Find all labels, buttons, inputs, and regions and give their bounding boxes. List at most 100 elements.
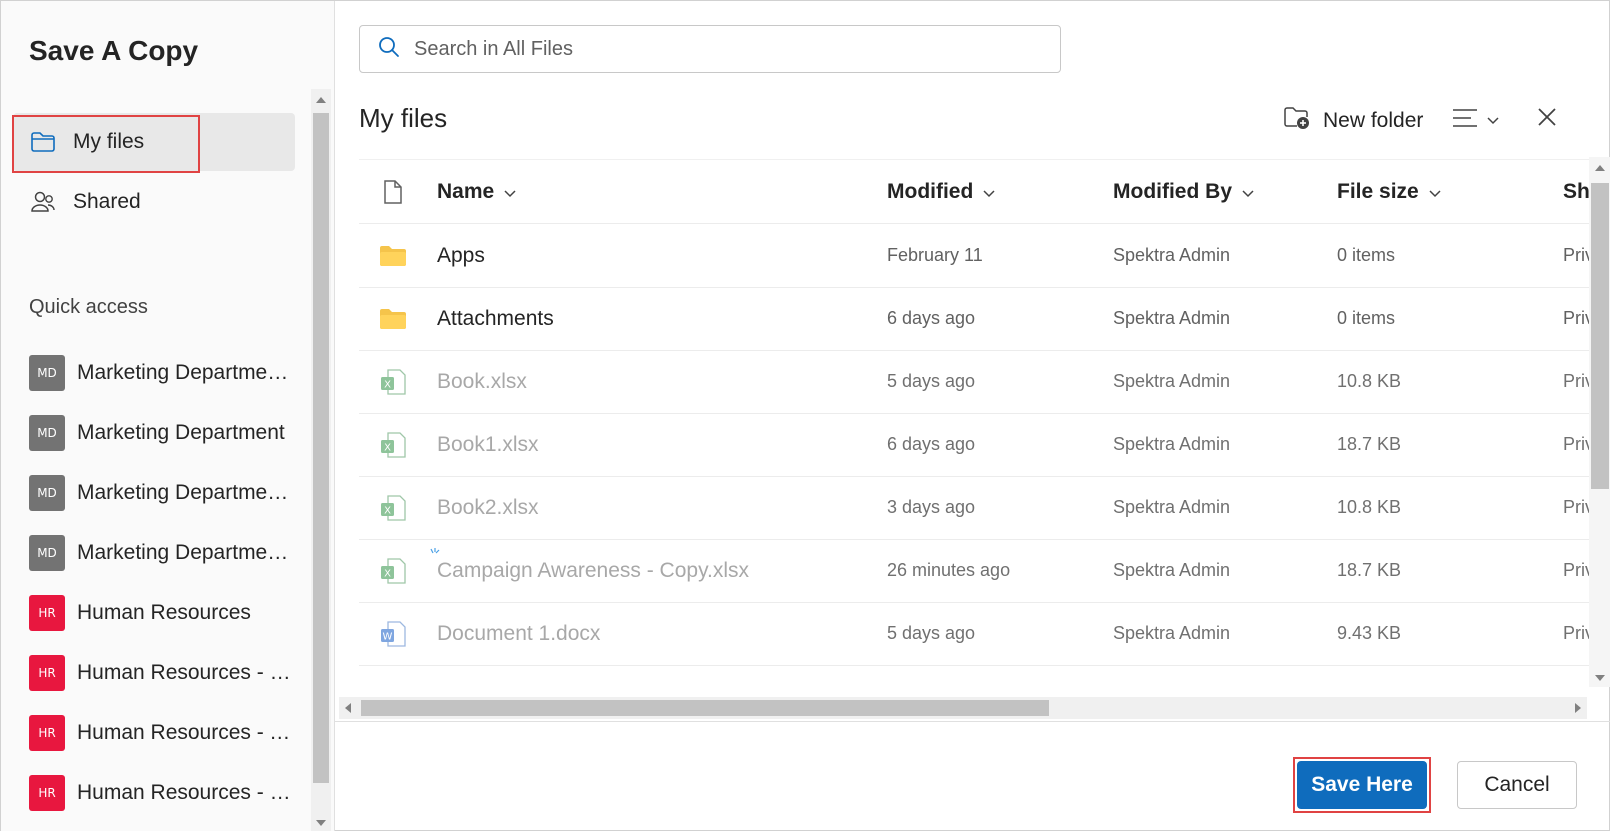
search-box[interactable] — [359, 25, 1061, 73]
chevron-down-icon — [1242, 180, 1254, 204]
quick-access-item[interactable]: MD Marketing Department - Social — [29, 533, 291, 573]
excel-icon: X — [375, 431, 411, 459]
left-pane-scrollbar[interactable] — [311, 89, 331, 831]
search-input[interactable] — [414, 37, 1014, 61]
quick-access-item[interactable]: HR Human Resources - Staffing — [29, 773, 291, 813]
quick-access-label: Marketing Department — [77, 421, 285, 444]
file-modified-by: Spektra Admin — [1113, 308, 1231, 328]
quick-access-label: Marketing Department - Social — [77, 541, 291, 564]
excel-icon: X — [375, 557, 411, 585]
table-row: X Book2.xlsx 3 days ago Spektra Admin 10… — [359, 476, 1610, 540]
file-list-vertical-scrollbar[interactable] — [1589, 157, 1610, 687]
file-size: 18.7 KB — [1337, 560, 1402, 580]
chevron-down-icon — [983, 180, 995, 204]
scroll-down-icon[interactable] — [316, 820, 326, 826]
people-icon — [29, 188, 57, 216]
file-modified-by: Spektra Admin — [1113, 623, 1231, 643]
file-type-icon — [375, 179, 411, 205]
file-modified-by: Spektra Admin — [1113, 434, 1231, 454]
file-modified-by: Spektra Admin — [1113, 560, 1231, 580]
scroll-up-icon[interactable] — [316, 97, 326, 103]
file-size: 18.7 KB — [1337, 434, 1402, 454]
list-view-icon — [1451, 107, 1479, 134]
quick-access-item[interactable]: MD Marketing Department - Campaigns — [29, 353, 291, 393]
my-files-highlight — [12, 115, 200, 173]
scrollbar-thumb[interactable] — [361, 700, 1049, 716]
table-row[interactable]: Attachments 6 days ago Spektra Admin 0 i… — [359, 287, 1610, 351]
file-name[interactable]: Attachments — [437, 307, 554, 331]
svg-text:X: X — [384, 568, 391, 579]
file-size: 9.43 KB — [1337, 623, 1402, 643]
column-header-label: Modified — [887, 179, 974, 203]
quick-access-label: Human Resources - Staffing — [77, 781, 291, 804]
column-header-modified[interactable]: Modified — [887, 180, 995, 204]
svg-text:W: W — [383, 631, 393, 642]
close-icon — [1535, 108, 1559, 133]
file-modified: 3 days ago — [887, 497, 976, 517]
folder-icon — [375, 308, 411, 330]
site-avatar: HR — [29, 775, 65, 811]
file-list: Name Modified Modified By File size Shar… — [359, 159, 1610, 699]
view-options-button[interactable] — [1451, 107, 1499, 134]
search-icon — [378, 36, 400, 63]
table-row: X Book1.xlsx 6 days ago Spektra Admin 18… — [359, 413, 1610, 477]
dialog-title: Save A Copy — [29, 35, 199, 66]
word-icon: W — [375, 620, 411, 648]
site-avatar: HR — [29, 655, 65, 691]
file-name: Book1.xlsx — [437, 432, 539, 456]
svg-text:X: X — [384, 505, 391, 516]
column-header-file-size[interactable]: File size — [1337, 180, 1441, 204]
scrollbar-thumb[interactable] — [1591, 183, 1609, 489]
file-modified: 5 days ago — [887, 623, 976, 643]
file-name[interactable]: Apps — [437, 244, 485, 268]
table-row[interactable]: Apps February 11 Spektra Admin 0 items P… — [359, 224, 1610, 288]
quick-access-heading: Quick access — [29, 296, 148, 318]
scroll-down-icon[interactable] — [1595, 675, 1605, 681]
close-button[interactable] — [1535, 105, 1563, 133]
new-folder-button[interactable]: New folder — [1283, 105, 1423, 137]
scrollbar-thumb[interactable] — [313, 113, 329, 783]
svg-text:X: X — [384, 442, 391, 453]
column-header-label: File size — [1337, 179, 1419, 203]
nav-item-label: Shared — [73, 190, 141, 213]
quick-access-item[interactable]: HR Human Resources - Policies — [29, 653, 291, 693]
scroll-right-icon[interactable] — [1575, 703, 1581, 713]
file-modified: February 11 — [887, 245, 983, 265]
left-pane: Save A Copy My files Shared Quick access… — [1, 1, 335, 831]
excel-icon: X — [375, 368, 411, 396]
file-size: 10.8 KB — [1337, 371, 1402, 391]
quick-access-label: Human Resources — [77, 601, 251, 624]
quick-access-item[interactable]: HR Human Resources - Training — [29, 713, 291, 753]
file-name: Document 1.docx — [437, 621, 601, 645]
file-modified: 6 days ago — [887, 308, 976, 328]
new-folder-label: New folder — [1323, 109, 1424, 132]
quick-access-item[interactable]: MD Marketing Department — [29, 413, 291, 453]
column-header-modified-by[interactable]: Modified By — [1113, 180, 1254, 204]
file-modified: 26 minutes ago — [887, 560, 1011, 580]
file-list-horizontal-scrollbar[interactable] — [339, 697, 1587, 719]
column-header-name[interactable]: Name — [437, 180, 516, 204]
quick-access-item[interactable]: HR Human Resources — [29, 593, 291, 633]
column-header-label: Modified By — [1113, 179, 1232, 203]
save-here-button[interactable]: Save Here — [1297, 761, 1427, 809]
table-row: W Document 1.docx 5 days ago Spektra Adm… — [359, 602, 1610, 666]
quick-access-label: Human Resources - Policies — [77, 661, 291, 684]
quick-access-label: Marketing Department - Campaigns — [77, 361, 291, 384]
file-name: Book.xlsx — [437, 369, 527, 393]
chevron-down-icon — [1429, 180, 1441, 204]
scroll-left-icon[interactable] — [345, 703, 351, 713]
quick-access-item[interactable]: MD Marketing Department - Planning — [29, 473, 291, 513]
file-size: 0 items — [1337, 308, 1396, 328]
table-header: Name Modified Modified By File size Shar… — [359, 160, 1610, 224]
file-modified-by: Spektra Admin — [1113, 371, 1231, 391]
svg-text:X: X — [384, 379, 391, 390]
cancel-button[interactable]: Cancel — [1457, 761, 1577, 809]
scroll-up-icon[interactable] — [1595, 165, 1605, 171]
folder-icon — [375, 245, 411, 267]
site-avatar: MD — [29, 475, 65, 511]
nav-item-shared[interactable]: Shared — [13, 173, 295, 231]
file-modified-by: Spektra Admin — [1113, 497, 1231, 517]
file-name: Book2.xlsx — [437, 495, 539, 519]
table-row: X Book.xlsx 5 days ago Spektra Admin 10.… — [359, 350, 1610, 414]
file-modified-by: Spektra Admin — [1113, 245, 1231, 265]
